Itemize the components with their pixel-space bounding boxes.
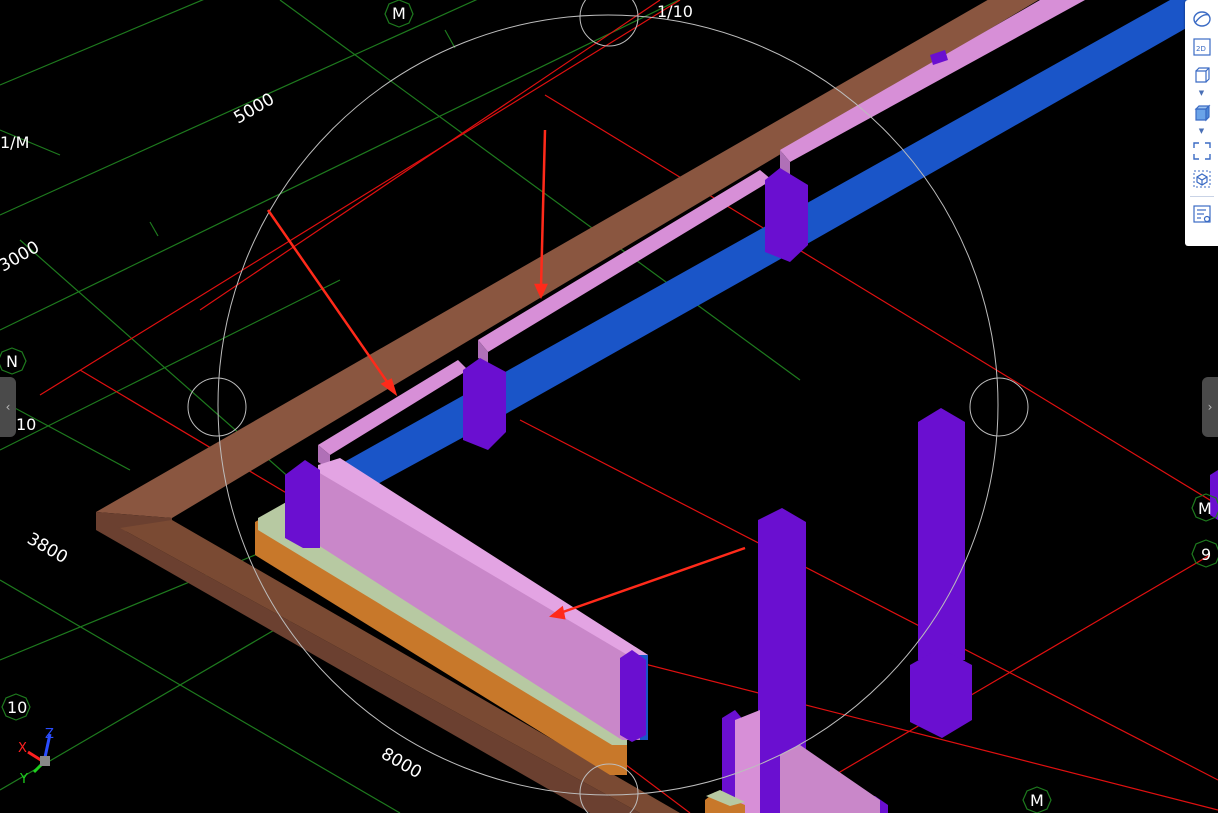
3d-box-icon	[1194, 67, 1210, 83]
dimension-label-5000: 5000	[231, 89, 278, 128]
left-panel-toggle[interactable]: ‹	[0, 377, 16, 437]
2d-view-button[interactable]: 2D	[1189, 34, 1215, 60]
fit-view-icon	[1192, 142, 1211, 160]
upper-beam[interactable]	[318, 0, 1218, 510]
grid-label-m-bottom: M	[1030, 791, 1044, 810]
2d-view-icon: 2D	[1192, 38, 1211, 56]
grid-label-m-top: M	[392, 4, 406, 23]
2d-view-text: 2D	[1196, 45, 1206, 53]
axis-triad: X Y Z	[18, 727, 54, 787]
orbit-icon	[1192, 11, 1211, 27]
dimension-label-3000: 3000	[0, 237, 43, 276]
chevron-left-icon: ‹	[5, 400, 11, 414]
grid-label-ten-bottom: 10	[7, 698, 27, 717]
properties-button[interactable]	[1189, 201, 1215, 227]
3d-filled-box-icon	[1194, 104, 1210, 122]
toolbar-divider	[1189, 196, 1214, 197]
fit-view-button[interactable]	[1189, 138, 1215, 164]
axis-triad-x-label: X	[18, 741, 27, 756]
section-box-button[interactable]	[1189, 166, 1215, 192]
grid-label-ratio-left: 1/M	[0, 133, 29, 152]
chevron-down-icon[interactable]: ▼	[1189, 126, 1215, 136]
3d-view-button[interactable]	[1189, 62, 1215, 88]
property-list-icon	[1192, 205, 1211, 223]
chevron-down-icon[interactable]: ▼	[1189, 88, 1215, 98]
dimension-label-8000: 8000	[378, 744, 425, 783]
chevron-right-icon: ›	[1207, 400, 1213, 414]
3d-viewport[interactable]: 5000 3000 3800 8000 M 1/10 1/M N 10 M 9 …	[0, 0, 1218, 813]
section-box-icon	[1193, 170, 1210, 188]
grid-label-ten-left: 10	[16, 415, 36, 434]
right-panel-toggle[interactable]: ›	[1202, 377, 1218, 437]
grid-label-m-right: M	[1198, 499, 1212, 518]
orbit-button[interactable]	[1189, 6, 1215, 32]
axis-triad-y-label: Y	[19, 772, 28, 787]
dimension-label-3800: 3800	[24, 529, 71, 568]
axis-triad-z-label: Z	[45, 727, 54, 742]
grid-label-nine-right: 9	[1201, 545, 1211, 564]
view-toolbar: 2D ▼ ▼	[1185, 0, 1218, 246]
grid-label-ratio-top: 1/10	[657, 2, 693, 21]
model-scene[interactable]: 5000 3000 3800 8000 M 1/10 1/M N 10 M 9 …	[0, 0, 1218, 813]
render-mode-button[interactable]	[1189, 100, 1215, 126]
grid-label-n: N	[6, 352, 18, 371]
